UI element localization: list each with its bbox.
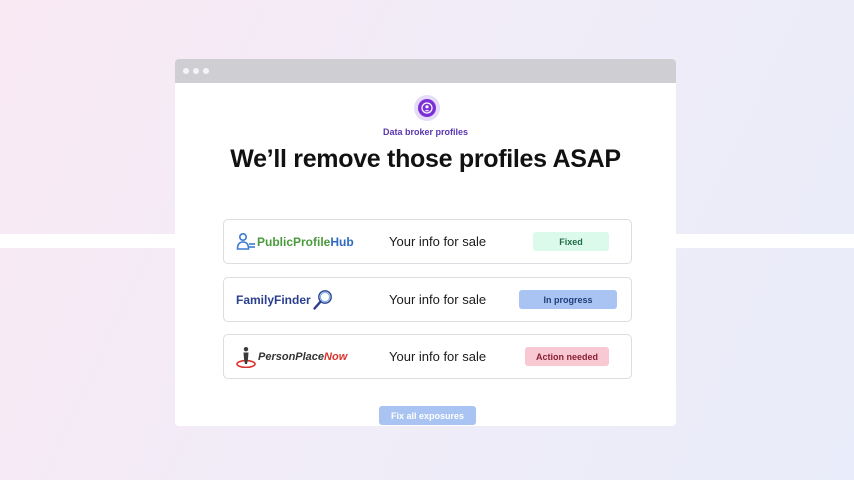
row-description: Your info for sale xyxy=(389,234,487,249)
section-subtitle: Data broker profiles xyxy=(382,127,469,137)
broker-name-suffix: Hub xyxy=(330,234,354,249)
status-badge: In progress xyxy=(519,290,617,309)
user-icon xyxy=(418,99,436,117)
broker-logo: PublicProfile Hub xyxy=(236,220,354,263)
broker-logo: FamilyFinder xyxy=(236,278,334,321)
window-titlebar xyxy=(175,59,676,83)
window-controls xyxy=(183,68,209,74)
window-dot-icon[interactable] xyxy=(183,68,189,74)
broker-logo: PersonPlace Now xyxy=(236,335,347,378)
broker-name-suffix: Now xyxy=(324,350,348,363)
window-dot-icon[interactable] xyxy=(193,68,199,74)
status-badge: Action needed xyxy=(525,347,609,366)
person-list-icon xyxy=(236,232,255,250)
page-title: We’ll remove those profiles ASAP xyxy=(230,145,621,173)
person-pin-icon xyxy=(236,346,256,368)
broker-name: PersonPlace xyxy=(258,350,325,363)
row-description: Your info for sale xyxy=(389,349,487,364)
profile-badge-icon xyxy=(414,95,440,121)
broker-row: FamilyFinder Your info for sale In progr… xyxy=(223,277,632,322)
broker-row: PublicProfile Hub Your info for sale Fixe… xyxy=(223,219,632,264)
fix-all-exposures-button[interactable]: Fix all exposures xyxy=(379,406,476,425)
window-content: Data broker profiles We’ll remove those … xyxy=(175,83,676,426)
broker-name: FamilyFinder xyxy=(236,292,311,307)
broker-row: PersonPlace Now Your info for sale Action… xyxy=(223,334,632,379)
magnifier-icon xyxy=(312,289,332,310)
broker-name: PublicProfile xyxy=(257,234,331,249)
row-description: Your info for sale xyxy=(389,292,487,307)
browser-window: Data broker profiles We’ll remove those … xyxy=(175,59,676,426)
window-dot-icon[interactable] xyxy=(203,68,209,74)
status-badge: Fixed xyxy=(533,232,609,251)
